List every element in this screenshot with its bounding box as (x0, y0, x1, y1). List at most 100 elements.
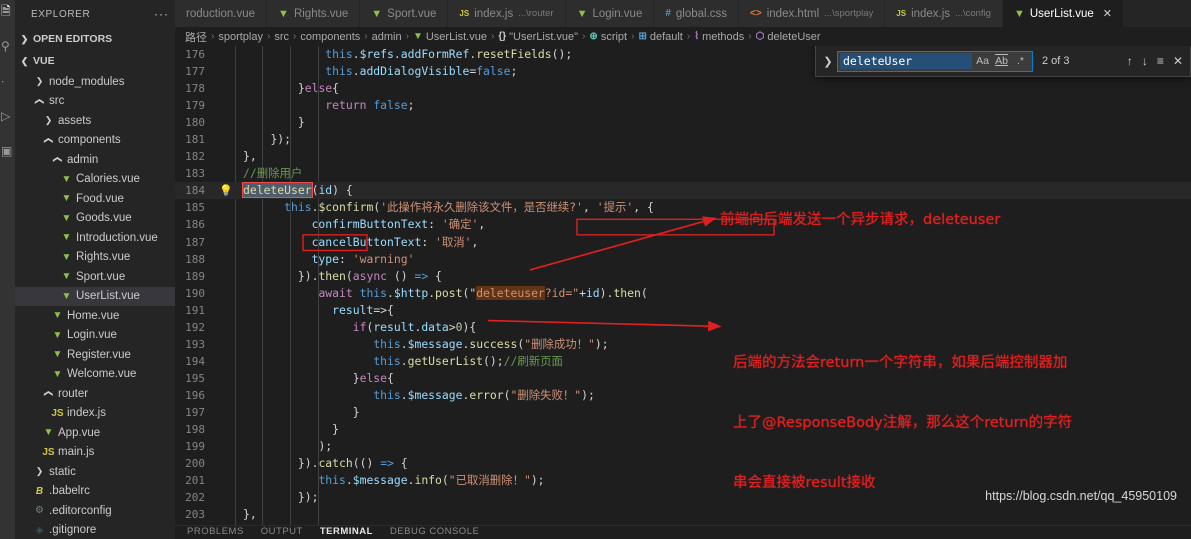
line-number: 186 (185, 218, 205, 232)
code-token: ); (581, 387, 595, 402)
tree-item-src[interactable]: ❮ src (15, 92, 175, 112)
breadcrumb-item-methods[interactable]: ⌇ methods (694, 31, 744, 43)
project-root-section[interactable]: ❮ VUE (15, 50, 175, 72)
close-tab-icon[interactable]: ✕ (1103, 7, 1112, 20)
breadcrumb-item-[interactable]: 路径 (185, 29, 207, 45)
breadcrumb-label: "UserList.vue" (509, 30, 579, 43)
match-case-icon[interactable]: Aa (974, 55, 991, 67)
breadcrumb-item-default[interactable]: ⊞ default (638, 31, 682, 43)
tree-item-gitignore[interactable]: ◈ .gitignore (15, 521, 175, 539)
code-token: : (428, 217, 442, 232)
vue-file-icon: ▼ (61, 290, 72, 302)
extensions-icon[interactable]: ▣ (1, 144, 14, 159)
breadcrumb-label: deleteUser (767, 30, 821, 43)
tree-item-userlist-vue[interactable]: ▼ UserList.vue (15, 286, 175, 306)
breadcrumb-label: 路径 (185, 31, 207, 44)
find-in-selection-icon[interactable]: ≡ (1157, 54, 1164, 68)
editor-tab-index-js[interactable]: JS index.js ...\router (448, 0, 566, 27)
tree-item-components[interactable]: ❮ components (15, 131, 175, 151)
editor-tab-index-js[interactable]: JS index.js ...\config (885, 0, 1003, 27)
find-input[interactable]: deleteUser Aa Ab .* (837, 50, 1033, 72)
tree-item-introduction-vue[interactable]: ▼ Introduction.vue (15, 228, 175, 248)
tree-item-router[interactable]: ❮ router (15, 384, 175, 404)
next-match-icon[interactable]: ↓ (1142, 54, 1148, 68)
code-token: false (373, 98, 408, 113)
breadcrumb-label: admin (371, 30, 402, 43)
code-token: else (359, 370, 388, 385)
tree-item-sport-vue[interactable]: ▼ Sport.vue (15, 267, 175, 287)
panel-tab-problems[interactable]: PROBLEMS (187, 526, 244, 537)
tree-item-label: Introduction.vue (76, 231, 158, 244)
editor-tab-index-html[interactable]: <> index.html ...\sportplay (739, 0, 886, 27)
chevron-down-icon: ❮ (20, 55, 29, 66)
vue-file-icon: ▼ (61, 173, 72, 185)
js-file-icon: JS (42, 446, 55, 458)
tree-item-label: main.js (58, 446, 95, 459)
tree-item-assets[interactable]: ❯ assets (15, 111, 175, 131)
breadcrumb-item-src[interactable]: src (274, 31, 289, 43)
open-editors-section[interactable]: ❯ OPEN EDITORS (15, 28, 175, 50)
line-number: 194 (185, 354, 205, 368)
run-debug-icon[interactable]: ▷ (1, 109, 14, 124)
code-token: $confirm (318, 200, 374, 215)
code-text: }); (235, 131, 1191, 148)
whole-word-icon[interactable]: Ab (993, 55, 1010, 67)
code-token: data (421, 319, 449, 334)
breadcrumb-item-userlistvue[interactable]: {} "UserList.vue" (498, 31, 578, 43)
regex-icon[interactable]: .* (1012, 55, 1029, 67)
code-text: this.$confirm('此操作将永久删除该文件，是否继续?', '提示',… (235, 199, 1191, 216)
breadcrumb-separator: › (686, 31, 691, 42)
code-token: ( (441, 473, 449, 488)
tree-item-welcome-vue[interactable]: ▼ Welcome.vue (15, 365, 175, 385)
search-icon[interactable]: ⚲ (1, 39, 14, 54)
editor-tab-global-css[interactable]: # global.css (654, 0, 740, 27)
editor-tab-path-suffix: ...\router (518, 8, 554, 19)
breadcrumb-item-components[interactable]: components (300, 31, 360, 43)
editor-tab-rights-vue[interactable]: ▼ Rights.vue (267, 0, 361, 27)
breadcrumb-item-userlistvue[interactable]: ▼ UserList.vue (413, 31, 487, 43)
tree-item-goods-vue[interactable]: ▼ Goods.vue (15, 209, 175, 229)
quick-fix-lightbulb-icon[interactable]: 💡 (217, 185, 235, 196)
breadcrumb-item-script[interactable]: ⊕ script (589, 31, 627, 43)
tree-item-index-js[interactable]: JS index.js (15, 404, 175, 424)
tree-item-login-vue[interactable]: ▼ Login.vue (15, 326, 175, 346)
code-token: . (345, 473, 353, 488)
code-editor[interactable]: 176 this.$refs.addFormRef.resetFields();… (175, 46, 1191, 525)
line-number: 189 (185, 269, 205, 283)
panel-tab-output[interactable]: OUTPUT (261, 526, 303, 537)
tree-item-static[interactable]: ❯ static (15, 462, 175, 482)
tree-item-label: Home.vue (67, 309, 120, 322)
panel-tab-terminal[interactable]: TERMINAL (320, 526, 373, 537)
vscode-window: 🗎 ⚲ ∙ ▷ ▣ EXPLORER ··· ❯ OPEN EDITORS ❮ … (0, 0, 1191, 539)
tree-item-babelrc[interactable]: B .babelrc (15, 482, 175, 502)
panel-tab-debug-console[interactable]: DEBUG CONSOLE (390, 526, 479, 537)
close-find-icon[interactable]: ✕ (1173, 54, 1183, 68)
tree-item-register-vue[interactable]: ▼ Register.vue (15, 345, 175, 365)
tree-item-app-vue[interactable]: ▼ App.vue (15, 423, 175, 443)
code-token: ; (407, 98, 415, 113)
tree-item-home-vue[interactable]: ▼ Home.vue (15, 306, 175, 326)
more-actions-icon[interactable]: ··· (154, 7, 169, 21)
code-token: : (421, 234, 436, 249)
tree-item-editorconfig[interactable]: ⚙ .editorconfig (15, 501, 175, 521)
editor-tab-userlist-vue[interactable]: ▼ UserList.vue ✕ (1002, 0, 1125, 27)
tree-item-food-vue[interactable]: ▼ Food.vue (15, 189, 175, 209)
breadcrumb-item-sportplay[interactable]: sportplay (218, 31, 263, 43)
editor-tab-login-vue[interactable]: ▼ Login.vue (565, 0, 655, 27)
source-control-icon[interactable]: ∙ (1, 74, 14, 89)
tree-item-node-modules[interactable]: ❯ node_modules (15, 72, 175, 92)
vue-file-icon: ▼ (52, 368, 63, 380)
tree-item-admin[interactable]: ❮ admin (15, 150, 175, 170)
toggle-replace-icon[interactable]: ❯ (819, 55, 837, 68)
editor-tab-sport-vue[interactable]: ▼ Sport.vue (360, 0, 449, 27)
tree-item-calories-vue[interactable]: ▼ Calories.vue (15, 170, 175, 190)
explorer-icon[interactable]: 🗎 (1, 4, 14, 19)
tree-item-rights-vue[interactable]: ▼ Rights.vue (15, 248, 175, 268)
code-token: , (583, 200, 597, 215)
breadcrumb-item-deleteuser[interactable]: ⬡ deleteUser (756, 31, 821, 43)
editor-tab-roduction-vue[interactable]: roduction.vue (175, 0, 268, 27)
tree-item-main-js[interactable]: JS main.js (15, 443, 175, 463)
breadcrumb-item-admin[interactable]: admin (372, 31, 402, 43)
find-widget[interactable]: ❯ deleteUser Aa Ab .* 2 of 3 ↑ ↓ ≡ ✕ (815, 46, 1191, 77)
previous-match-icon[interactable]: ↑ (1127, 54, 1133, 68)
